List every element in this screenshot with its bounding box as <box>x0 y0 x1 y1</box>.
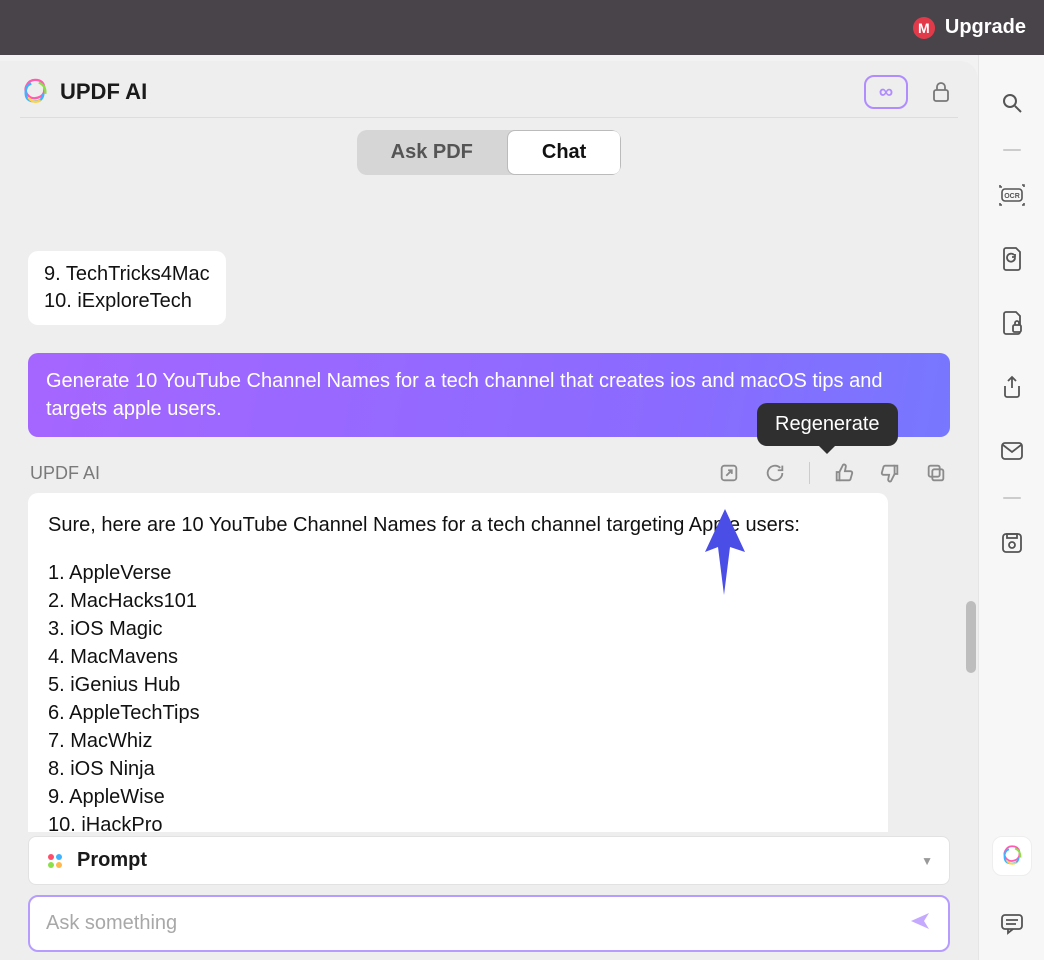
ai-message-previous: 9. TechTricks4Mac 10. iExploreTech <box>28 251 226 325</box>
ai-message-intro: Sure, here are 10 YouTube Channel Names … <box>48 511 868 539</box>
comment-icon[interactable] <box>992 904 1032 944</box>
list-item: 10. iExploreTech <box>44 288 210 315</box>
chat-scroll[interactable]: 9. TechTricks4Mac 10. iExploreTech Gener… <box>0 251 978 832</box>
tab-chat[interactable]: Chat <box>507 130 621 175</box>
ocr-icon[interactable]: OCR <box>992 175 1032 215</box>
updf-logo-icon <box>20 77 50 107</box>
list-item: 3. iOS Magic <box>48 615 868 643</box>
copy-icon[interactable] <box>924 461 948 485</box>
panel-title: UPDF AI <box>60 79 854 105</box>
divider <box>1003 497 1021 499</box>
tab-ask-pdf[interactable]: Ask PDF <box>357 130 507 175</box>
open-external-icon[interactable] <box>717 461 741 485</box>
divider <box>20 117 958 118</box>
divider <box>809 462 810 484</box>
list-item: 5. iGenius Hub <box>48 671 868 699</box>
main-panel: UPDF AI ∞ Ask PDF Chat 9. TechTr <box>0 55 978 960</box>
page-lock-icon[interactable] <box>992 303 1032 343</box>
account-badge[interactable]: M <box>913 17 935 39</box>
ai-message: Sure, here are 10 YouTube Channel Names … <box>28 493 888 832</box>
share-icon[interactable] <box>992 367 1032 407</box>
page-refresh-icon[interactable] <box>992 239 1032 279</box>
regenerate-icon[interactable] <box>763 461 787 485</box>
list-item: 6. AppleTechTips <box>48 699 868 727</box>
mail-icon[interactable] <box>992 431 1032 471</box>
list-item: 7. MacWhiz <box>48 727 868 755</box>
thumbs-up-icon[interactable] <box>832 461 856 485</box>
right-rail: OCR <box>978 55 1044 960</box>
send-button[interactable] <box>908 909 932 938</box>
ai-sender-label: UPDF AI <box>30 463 100 484</box>
prompt-label: Prompt <box>77 849 909 872</box>
list-item: 1. AppleVerse <box>48 559 868 587</box>
ai-header-row: UPDF AI Regenerate <box>28 461 950 493</box>
composer: Prompt ▼ <box>0 836 978 952</box>
lock-icon[interactable] <box>924 75 958 109</box>
panel-header: UPDF AI ∞ <box>0 61 978 117</box>
updf-logo-icon[interactable] <box>992 836 1032 876</box>
prompt-selector[interactable]: Prompt ▼ <box>28 836 950 885</box>
svg-text:OCR: OCR <box>1004 193 1020 200</box>
save-icon[interactable] <box>992 523 1032 563</box>
regenerate-tooltip: Regenerate <box>757 403 898 446</box>
list-item: 4. MacMavens <box>48 643 868 671</box>
ai-message-list: 1. AppleVerse 2. MacHacks101 3. iOS Magi… <box>48 559 868 832</box>
upgrade-button[interactable]: Upgrade <box>945 16 1026 39</box>
list-item: 8. iOS Ninja <box>48 755 868 783</box>
infinity-button[interactable]: ∞ <box>864 75 908 109</box>
titlebar: M Upgrade <box>0 0 1044 55</box>
mode-tabs: Ask PDF Chat <box>357 130 622 175</box>
ai-actions: Regenerate <box>717 461 948 485</box>
chevron-down-icon: ▼ <box>921 854 933 868</box>
list-item: 10. iHackPro <box>48 811 868 832</box>
scrollbar-thumb[interactable] <box>966 601 976 673</box>
list-item: 2. MacHacks101 <box>48 587 868 615</box>
message-input-bar <box>28 895 950 952</box>
list-item: 9. TechTricks4Mac <box>44 261 210 288</box>
prompt-dots-icon <box>45 851 65 871</box>
list-item: 9. AppleWise <box>48 783 868 811</box>
message-input[interactable] <box>46 912 896 935</box>
search-icon[interactable] <box>992 83 1032 123</box>
divider <box>1003 149 1021 151</box>
thumbs-down-icon[interactable] <box>878 461 902 485</box>
